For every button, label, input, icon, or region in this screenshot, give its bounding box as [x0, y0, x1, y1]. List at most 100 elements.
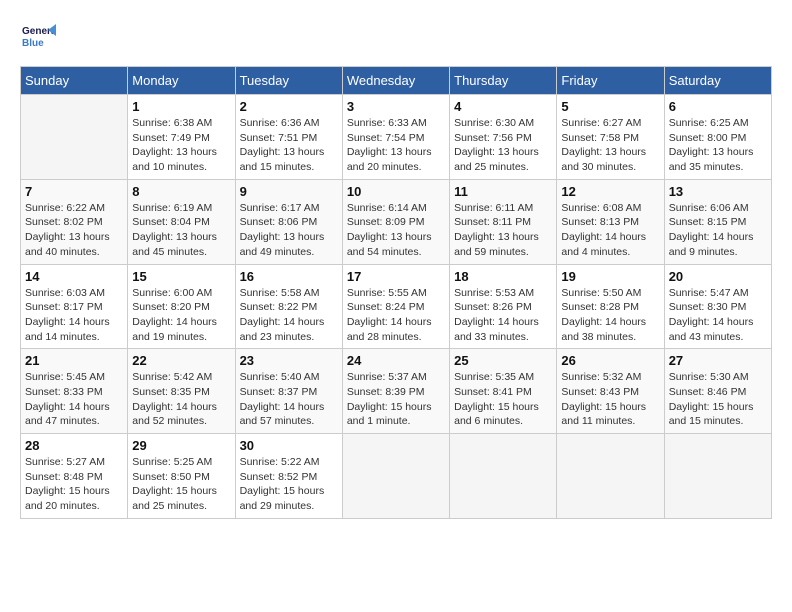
day-info: Sunrise: 5:58 AM Sunset: 8:22 PM Dayligh…	[240, 286, 338, 345]
day-info: Sunrise: 6:30 AM Sunset: 7:56 PM Dayligh…	[454, 116, 552, 175]
day-number: 22	[132, 353, 230, 368]
day-number: 6	[669, 99, 767, 114]
day-info: Sunrise: 5:53 AM Sunset: 8:26 PM Dayligh…	[454, 286, 552, 345]
calendar-cell: 29 Sunrise: 5:25 AM Sunset: 8:50 PM Dayli…	[128, 434, 235, 519]
calendar-cell: 8 Sunrise: 6:19 AM Sunset: 8:04 PM Daylig…	[128, 179, 235, 264]
calendar-cell: 26 Sunrise: 5:32 AM Sunset: 8:43 PM Dayli…	[557, 349, 664, 434]
day-number: 4	[454, 99, 552, 114]
day-number: 23	[240, 353, 338, 368]
day-info: Sunrise: 6:17 AM Sunset: 8:06 PM Dayligh…	[240, 201, 338, 260]
calendar-cell	[342, 434, 449, 519]
weekday-header-monday: Monday	[128, 67, 235, 95]
day-info: Sunrise: 5:55 AM Sunset: 8:24 PM Dayligh…	[347, 286, 445, 345]
day-info: Sunrise: 6:27 AM Sunset: 7:58 PM Dayligh…	[561, 116, 659, 175]
calendar-cell: 22 Sunrise: 5:42 AM Sunset: 8:35 PM Dayli…	[128, 349, 235, 434]
day-info: Sunrise: 6:11 AM Sunset: 8:11 PM Dayligh…	[454, 201, 552, 260]
day-info: Sunrise: 6:19 AM Sunset: 8:04 PM Dayligh…	[132, 201, 230, 260]
calendar-cell: 12Sunrise: 6:08 AM Sunset: 8:13 PM Dayli…	[557, 179, 664, 264]
day-info: Sunrise: 5:25 AM Sunset: 8:50 PM Dayligh…	[132, 455, 230, 514]
day-info: Sunrise: 5:32 AM Sunset: 8:43 PM Dayligh…	[561, 370, 659, 429]
day-number: 29	[132, 438, 230, 453]
day-info: Sunrise: 5:30 AM Sunset: 8:46 PM Dayligh…	[669, 370, 767, 429]
calendar-cell: 20 Sunrise: 5:47 AM Sunset: 8:30 PM Dayli…	[664, 264, 771, 349]
day-info: Sunrise: 5:35 AM Sunset: 8:41 PM Dayligh…	[454, 370, 552, 429]
calendar-cell: 24 Sunrise: 5:37 AM Sunset: 8:39 PM Dayli…	[342, 349, 449, 434]
day-info: Sunrise: 5:50 AM Sunset: 8:28 PM Dayligh…	[561, 286, 659, 345]
day-info: Sunrise: 5:37 AM Sunset: 8:39 PM Dayligh…	[347, 370, 445, 429]
day-number: 5	[561, 99, 659, 114]
day-number: 28	[25, 438, 123, 453]
calendar-table: SundayMondayTuesdayWednesdayThursdayFrid…	[20, 66, 772, 519]
calendar-cell	[450, 434, 557, 519]
weekday-header-wednesday: Wednesday	[342, 67, 449, 95]
calendar-cell: 28 Sunrise: 5:27 AM Sunset: 8:48 PM Dayli…	[21, 434, 128, 519]
day-info: Sunrise: 5:45 AM Sunset: 8:33 PM Dayligh…	[25, 370, 123, 429]
day-number: 27	[669, 353, 767, 368]
day-number: 7	[25, 184, 123, 199]
day-number: 30	[240, 438, 338, 453]
calendar-cell	[21, 95, 128, 180]
calendar-cell: 23 Sunrise: 5:40 AM Sunset: 8:37 PM Dayli…	[235, 349, 342, 434]
calendar-cell: 27 Sunrise: 5:30 AM Sunset: 8:46 PM Dayli…	[664, 349, 771, 434]
calendar-cell: 2 Sunrise: 6:36 AM Sunset: 7:51 PM Daylig…	[235, 95, 342, 180]
day-info: Sunrise: 6:03 AM Sunset: 8:17 PM Dayligh…	[25, 286, 123, 345]
calendar-cell: 5 Sunrise: 6:27 AM Sunset: 7:58 PM Daylig…	[557, 95, 664, 180]
calendar-cell: 10Sunrise: 6:14 AM Sunset: 8:09 PM Dayli…	[342, 179, 449, 264]
svg-text:Blue: Blue	[22, 38, 44, 49]
day-info: Sunrise: 6:36 AM Sunset: 7:51 PM Dayligh…	[240, 116, 338, 175]
day-info: Sunrise: 6:14 AM Sunset: 8:09 PM Dayligh…	[347, 201, 445, 260]
calendar-cell: 18 Sunrise: 5:53 AM Sunset: 8:26 PM Dayli…	[450, 264, 557, 349]
day-info: Sunrise: 6:33 AM Sunset: 7:54 PM Dayligh…	[347, 116, 445, 175]
day-number: 20	[669, 269, 767, 284]
calendar-cell: 6 Sunrise: 6:25 AM Sunset: 8:00 PM Daylig…	[664, 95, 771, 180]
weekday-header-thursday: Thursday	[450, 67, 557, 95]
weekday-header-tuesday: Tuesday	[235, 67, 342, 95]
day-number: 13	[669, 184, 767, 199]
calendar-cell: 17 Sunrise: 5:55 AM Sunset: 8:24 PM Dayli…	[342, 264, 449, 349]
day-number: 8	[132, 184, 230, 199]
day-info: Sunrise: 6:38 AM Sunset: 7:49 PM Dayligh…	[132, 116, 230, 175]
calendar-cell: 25 Sunrise: 5:35 AM Sunset: 8:41 PM Dayli…	[450, 349, 557, 434]
day-number: 19	[561, 269, 659, 284]
day-number: 26	[561, 353, 659, 368]
calendar-cell: 14 Sunrise: 6:03 AM Sunset: 8:17 PM Dayli…	[21, 264, 128, 349]
day-number: 1	[132, 99, 230, 114]
day-number: 25	[454, 353, 552, 368]
day-info: Sunrise: 5:42 AM Sunset: 8:35 PM Dayligh…	[132, 370, 230, 429]
logo-icon: General Blue	[20, 20, 56, 56]
calendar-cell: 16 Sunrise: 5:58 AM Sunset: 8:22 PM Dayli…	[235, 264, 342, 349]
day-info: Sunrise: 5:22 AM Sunset: 8:52 PM Dayligh…	[240, 455, 338, 514]
calendar-cell: 15 Sunrise: 6:00 AM Sunset: 8:20 PM Dayli…	[128, 264, 235, 349]
calendar-cell	[557, 434, 664, 519]
day-number: 17	[347, 269, 445, 284]
day-info: Sunrise: 6:22 AM Sunset: 8:02 PM Dayligh…	[25, 201, 123, 260]
calendar-cell: 4 Sunrise: 6:30 AM Sunset: 7:56 PM Daylig…	[450, 95, 557, 180]
day-info: Sunrise: 6:00 AM Sunset: 8:20 PM Dayligh…	[132, 286, 230, 345]
calendar-cell: 7 Sunrise: 6:22 AM Sunset: 8:02 PM Daylig…	[21, 179, 128, 264]
weekday-header-sunday: Sunday	[21, 67, 128, 95]
weekday-header-saturday: Saturday	[664, 67, 771, 95]
day-info: Sunrise: 5:40 AM Sunset: 8:37 PM Dayligh…	[240, 370, 338, 429]
day-number: 15	[132, 269, 230, 284]
calendar-cell: 1 Sunrise: 6:38 AM Sunset: 7:49 PM Daylig…	[128, 95, 235, 180]
day-number: 11	[454, 184, 552, 199]
day-number: 16	[240, 269, 338, 284]
calendar-cell: 9 Sunrise: 6:17 AM Sunset: 8:06 PM Daylig…	[235, 179, 342, 264]
calendar-cell: 21 Sunrise: 5:45 AM Sunset: 8:33 PM Dayli…	[21, 349, 128, 434]
day-number: 18	[454, 269, 552, 284]
calendar-cell	[664, 434, 771, 519]
day-number: 24	[347, 353, 445, 368]
page-header: General Blue	[20, 20, 772, 56]
calendar-cell: 30 Sunrise: 5:22 AM Sunset: 8:52 PM Dayli…	[235, 434, 342, 519]
calendar-cell: 13Sunrise: 6:06 AM Sunset: 8:15 PM Dayli…	[664, 179, 771, 264]
day-number: 14	[25, 269, 123, 284]
day-number: 9	[240, 184, 338, 199]
logo: General Blue	[20, 20, 56, 56]
day-info: Sunrise: 5:27 AM Sunset: 8:48 PM Dayligh…	[25, 455, 123, 514]
day-info: Sunrise: 5:47 AM Sunset: 8:30 PM Dayligh…	[669, 286, 767, 345]
calendar-cell: 3Sunrise: 6:33 AM Sunset: 7:54 PM Daylig…	[342, 95, 449, 180]
day-number: 2	[240, 99, 338, 114]
day-info: Sunrise: 6:25 AM Sunset: 8:00 PM Dayligh…	[669, 116, 767, 175]
day-info: Sunrise: 6:08 AM Sunset: 8:13 PM Dayligh…	[561, 201, 659, 260]
day-number: 21	[25, 353, 123, 368]
